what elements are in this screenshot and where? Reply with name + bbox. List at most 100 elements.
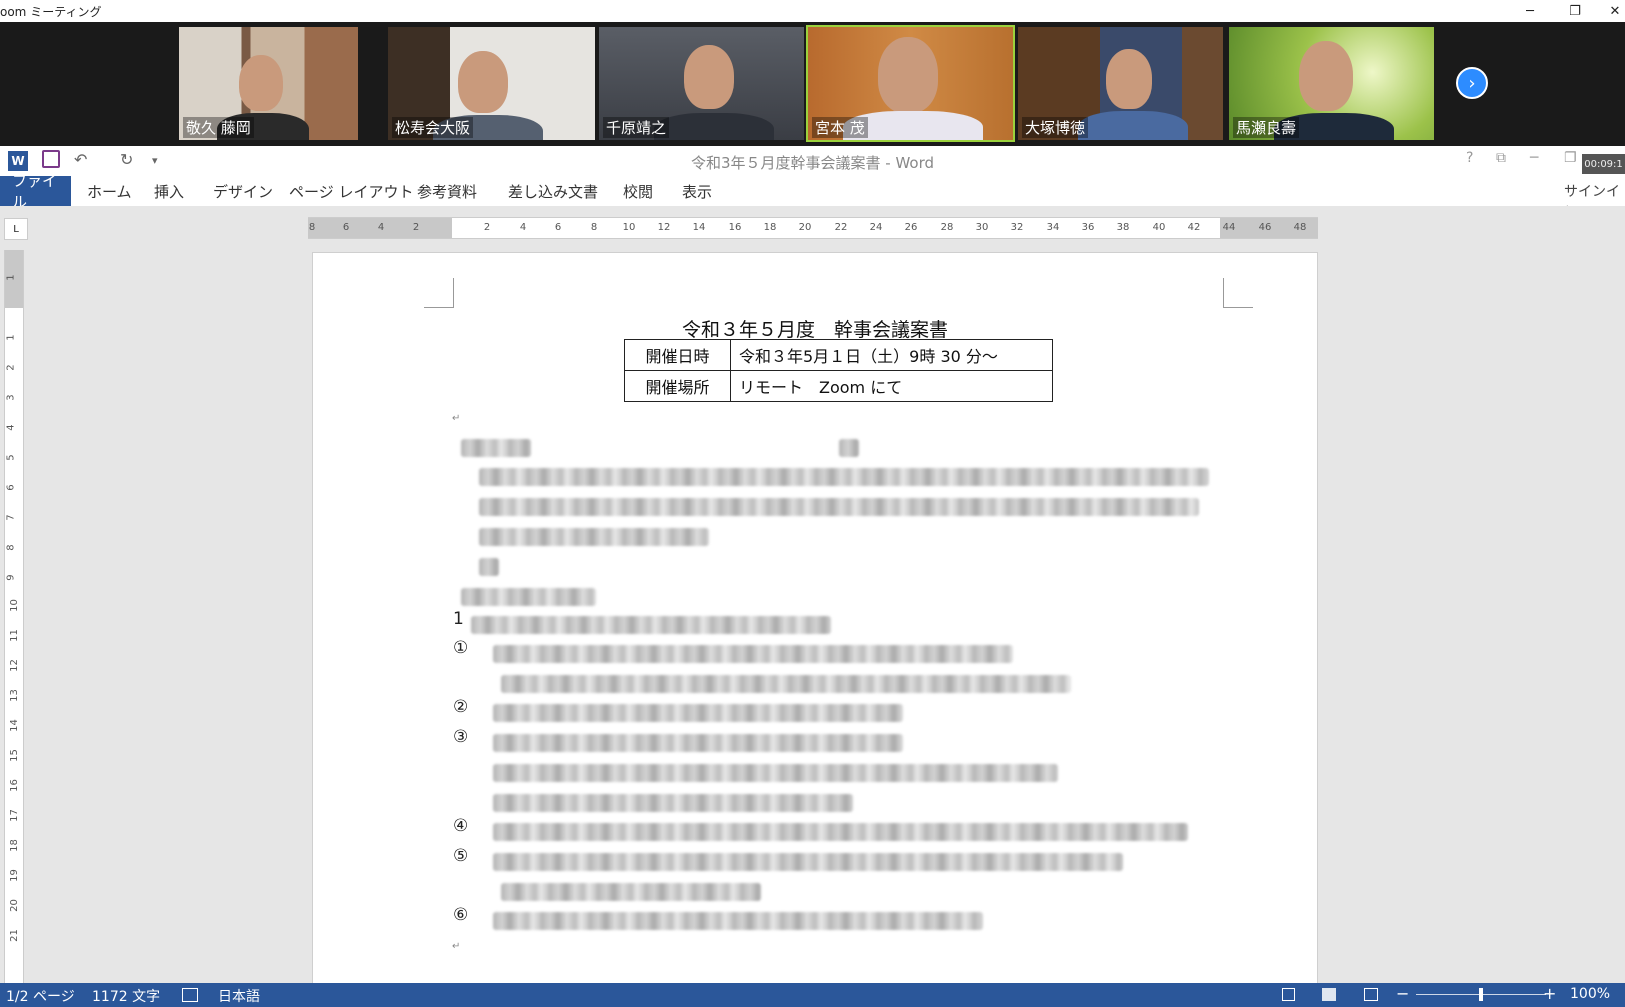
ruler-tick: 2 <box>5 364 17 371</box>
ruler-tick: 34 <box>1046 222 1060 233</box>
blurred-text <box>461 588 596 606</box>
blurred-text <box>479 468 1209 486</box>
ruler-tick: 8 <box>5 544 17 551</box>
ruler-tick: 8 <box>590 222 598 233</box>
ruler-tick: 22 <box>834 222 848 233</box>
blurred-text <box>461 439 531 457</box>
zoom-slider-thumb[interactable] <box>1479 988 1483 1001</box>
chevron-right-icon[interactable]: › <box>1456 67 1488 99</box>
vertical-ruler[interactable]: 1 1 2 3 4 5 6 7 8 9 10 11 12 13 14 15 16… <box>4 250 24 983</box>
ruler-tick: 38 <box>1116 222 1130 233</box>
tab-selector[interactable]: L <box>4 218 28 240</box>
participant-tile[interactable]: 千原靖之 <box>597 25 806 142</box>
read-mode-icon[interactable] <box>1282 988 1295 1001</box>
meeting-info-table: 開催日時 令和３年5月１日（土）9時 30 分～ 開催場所 リモート Zoom … <box>624 339 1053 402</box>
ruler-tick: 18 <box>8 839 20 852</box>
list-number: 1 <box>453 609 464 629</box>
blurred-text <box>501 883 761 901</box>
word-count[interactable]: 1172 文字 <box>92 986 160 1006</box>
info-label: 開催場所 <box>624 370 731 402</box>
info-value: 令和３年5月１日（土）9時 30 分～ <box>730 339 1053 371</box>
zoom-in-icon[interactable]: + <box>1543 984 1556 1003</box>
tab-file[interactable]: ファイル <box>0 172 71 211</box>
close-icon[interactable]: ✕ <box>1595 0 1625 22</box>
participant-name: 馬瀬良壽 <box>1233 117 1300 138</box>
table-row: 開催場所 リモート Zoom にて <box>624 370 1053 402</box>
blurred-text <box>493 704 903 722</box>
ruler-tick: 12 <box>8 659 20 672</box>
document-title: 令和3年５月度幹事会議案書 - Word <box>690 154 935 172</box>
word-restore-icon[interactable]: ❐ <box>1564 150 1577 166</box>
ruler-tick: 16 <box>728 222 742 233</box>
ruler-tick: 6 <box>554 222 562 233</box>
tab-design[interactable]: デザイン <box>213 176 273 206</box>
proofing-icon[interactable] <box>182 988 198 1002</box>
blurred-text <box>501 675 1071 693</box>
ruler-tick: 13 <box>8 689 20 702</box>
blurred-text <box>493 912 983 930</box>
ruler-tick: 21 <box>8 929 20 942</box>
print-layout-icon[interactable] <box>1322 988 1336 1001</box>
zoom-out-icon[interactable]: − <box>1396 984 1409 1003</box>
ruler-tick: 4 <box>5 424 17 431</box>
blurred-text <box>479 498 1199 516</box>
tab-review[interactable]: 校閲 <box>623 176 653 206</box>
tab-home[interactable]: ホーム <box>87 176 132 206</box>
list-marker: ⑥ <box>453 905 469 925</box>
zoom-participant-strip: 敬久 藤岡 松寿会大阪 千原靖之 宮本 茂 大塚博徳 馬瀬良壽 › <box>0 22 1625 146</box>
ruler-tick: 15 <box>8 749 20 762</box>
ruler-tick: 20 <box>8 899 20 912</box>
ruler-tick: 30 <box>975 222 989 233</box>
ruler-tick: 16 <box>8 779 20 792</box>
zoom-window-title: oom ミーティング <box>0 5 102 19</box>
ruler-tick: 26 <box>904 222 918 233</box>
table-row: 開催日時 令和３年5月１日（土）9時 30 分～ <box>624 339 1053 371</box>
page-indicator[interactable]: 1/2 ページ <box>6 986 75 1006</box>
tab-references[interactable]: 参考資料 <box>417 176 477 206</box>
web-layout-icon[interactable] <box>1364 988 1378 1001</box>
ruler-tick: 20 <box>798 222 812 233</box>
horizontal-ruler[interactable]: 8 6 4 2 2 4 6 8 10 12 14 16 18 20 22 24 … <box>308 217 1318 239</box>
ruler-tick: 44 <box>1222 222 1236 233</box>
blurred-text <box>479 558 499 576</box>
ruler-tick: 46 <box>1258 222 1272 233</box>
list-marker: ② <box>453 697 469 717</box>
restore-icon[interactable]: ❐ <box>1555 0 1595 22</box>
tab-insert[interactable]: 挿入 <box>154 176 184 206</box>
ruler-tick: 5 <box>5 454 17 461</box>
list-marker: ④ <box>453 816 469 836</box>
participant-name: 宮本 茂 <box>812 117 868 138</box>
participant-tile[interactable]: 大塚博徳 <box>1016 25 1225 142</box>
ruler-tick: 8 <box>308 222 316 233</box>
participant-tile-active[interactable]: 宮本 茂 <box>806 25 1015 142</box>
participant-tile[interactable]: 馬瀬良壽 <box>1227 25 1436 142</box>
paragraph-mark: ↵ <box>452 413 461 424</box>
ruler-tick: 32 <box>1010 222 1024 233</box>
tab-page-layout[interactable]: ページ レイアウト <box>289 176 413 206</box>
minimize-icon[interactable]: ─ <box>1510 0 1550 22</box>
info-value: リモート Zoom にて <box>730 370 1053 402</box>
ruler-tick: 10 <box>622 222 636 233</box>
zoom-level[interactable]: 100% <box>1570 986 1610 1002</box>
language-indicator[interactable]: 日本語 <box>218 986 260 1006</box>
participant-tile[interactable]: 松寿会大阪 <box>386 25 597 142</box>
participant-name: 松寿会大阪 <box>392 117 474 138</box>
participant-tile[interactable]: 敬久 藤岡 <box>177 25 360 142</box>
ribbon-display-icon[interactable]: ⧉ <box>1496 150 1506 166</box>
ruler-tick: 40 <box>1152 222 1166 233</box>
list-marker: ⑤ <box>453 846 469 866</box>
help-icon[interactable]: ? <box>1466 150 1473 166</box>
tab-view[interactable]: 表示 <box>682 176 712 206</box>
ruler-tick: 6 <box>342 222 350 233</box>
ruler-tick: 3 <box>5 394 17 401</box>
tab-mailings[interactable]: 差し込み文書 <box>508 176 598 206</box>
ruler-tick: 18 <box>763 222 777 233</box>
ruler-tick: 2 <box>483 222 491 233</box>
ruler-tick: 11 <box>8 629 20 642</box>
ruler-tick: 2 <box>412 222 420 233</box>
ruler-tick: 17 <box>8 809 20 822</box>
crop-mark <box>1223 278 1253 308</box>
ruler-tick: 42 <box>1187 222 1201 233</box>
word-minimize-icon[interactable]: ─ <box>1530 150 1538 166</box>
document-page[interactable]: 令和３年５月度 幹事会議案書 開催日時 令和３年5月１日（土）9時 30 分～ … <box>312 252 1318 992</box>
